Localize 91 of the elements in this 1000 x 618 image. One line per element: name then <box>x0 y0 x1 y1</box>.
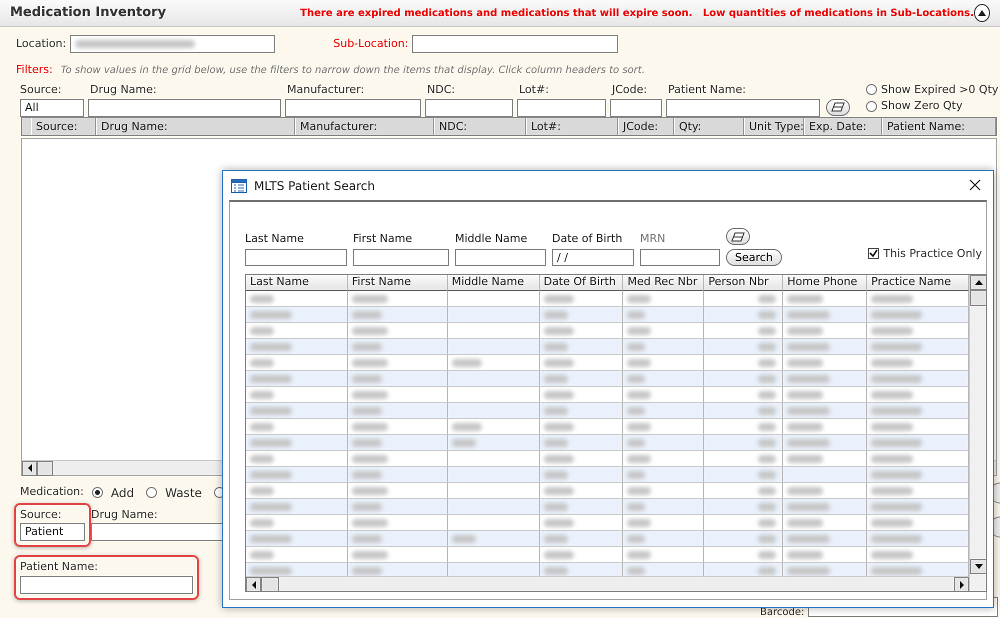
column-header[interactable]: Person Nbr <box>704 275 784 291</box>
location-field[interactable] <box>70 35 276 53</box>
column-header[interactable]: Patient Name: <box>882 118 996 134</box>
column-header[interactable]: JCode: <box>618 118 674 134</box>
column-header[interactable]: NDC: <box>434 118 526 134</box>
field-label: Barcode: <box>760 607 804 618</box>
filter-field[interactable] <box>666 98 820 116</box>
field-label: Sub-Location: <box>333 36 408 52</box>
field-label: First Name <box>353 230 414 246</box>
column-header[interactable]: Drug Name: <box>96 118 295 134</box>
radio-button[interactable] <box>146 487 158 498</box>
field-label: Date of Birth <box>552 230 624 246</box>
scrollbar-thumb[interactable] <box>261 577 279 591</box>
arrow-icon <box>250 580 256 588</box>
column-header[interactable]: Lot#: <box>526 118 618 134</box>
search-field[interactable] <box>245 249 347 266</box>
scroll-right-button[interactable] <box>954 577 969 591</box>
column-header[interactable]: Unit Type: <box>744 118 804 134</box>
clear-button[interactable] <box>826 98 850 116</box>
check-icon <box>869 249 878 258</box>
patient-name-field[interactable] <box>20 576 193 594</box>
scroll-up-button[interactable] <box>970 275 986 290</box>
radio-button[interactable] <box>866 84 877 96</box>
column-header[interactable]: Home Phone <box>783 275 868 291</box>
column-header[interactable]: Qty: <box>674 118 744 134</box>
eraser-icon <box>731 232 745 242</box>
option-label: Waste <box>165 484 202 502</box>
option-label: Add <box>110 484 134 502</box>
scroll-down-button[interactable] <box>970 559 986 574</box>
search-field[interactable]: / / <box>552 249 634 266</box>
arrow-icon <box>974 280 982 285</box>
checkbox[interactable] <box>868 248 880 260</box>
column-header[interactable]: First Name <box>348 275 448 291</box>
field-label: Patient Name: <box>20 559 99 575</box>
column-header[interactable]: Source: <box>31 118 96 134</box>
column-header[interactable]: Practice Name <box>867 275 970 291</box>
field-label: NDC: <box>427 82 456 98</box>
search-field[interactable] <box>640 249 720 266</box>
collapse-button[interactable] <box>974 4 990 22</box>
option-label: Show Zero Qty <box>881 98 962 114</box>
option-label: Show Expired >0 Qty <box>881 82 998 98</box>
filter-field[interactable] <box>88 98 281 116</box>
field-label: Patient Name: <box>668 82 747 98</box>
radio-button[interactable] <box>92 487 103 498</box>
column-header[interactable]: Med Rec Nbr <box>623 275 704 291</box>
column-header[interactable]: Last Name <box>246 275 348 291</box>
field-label: MRN <box>640 230 666 246</box>
search-field[interactable] <box>455 249 546 266</box>
field-label: Manufacturer: <box>287 82 366 98</box>
filter-field[interactable] <box>517 98 606 116</box>
arrow-icon <box>974 564 982 569</box>
dialog-title: MLTS Patient Search <box>254 178 375 194</box>
field-label: Drug Name: <box>91 506 159 522</box>
sub-location-field[interactable] <box>412 35 618 53</box>
field-label: Source: <box>20 82 62 98</box>
field-label: JCode: <box>612 82 648 98</box>
field-label: Middle Name <box>455 230 528 246</box>
filter-hint: To show values in the grid below, use the filters to narrow down the items that display. Click column headers to sort. <box>60 64 645 78</box>
search-button[interactable]: Search <box>726 249 782 266</box>
arrow-icon <box>958 580 964 588</box>
checkbox-label: This Practice Only <box>883 246 982 262</box>
source-field[interactable]: Patient <box>20 523 85 541</box>
window-icon <box>231 178 247 192</box>
alert-message: There are expired medications and medications that will expire soon. Low quantities of medications in Sub-Locations. <box>300 6 974 20</box>
search-field[interactable] <box>353 249 449 266</box>
eraser-icon <box>831 102 845 112</box>
column-header[interactable]: Exp. Date: <box>804 118 882 134</box>
caret-icon <box>976 9 987 17</box>
filter-field[interactable] <box>425 98 513 116</box>
field-label: Location: <box>16 36 66 52</box>
scrollbar-thumb[interactable] <box>37 460 53 476</box>
field-label: Drug Name: <box>90 82 158 98</box>
filter-field[interactable] <box>285 98 421 116</box>
filters-label: Filters: <box>16 62 53 78</box>
column-header[interactable]: Middle Name <box>448 275 540 291</box>
column-header[interactable]: Date Of Birth <box>540 275 624 291</box>
scrollbar-thumb[interactable] <box>970 290 986 306</box>
page-title: Medication Inventory <box>10 4 168 22</box>
field-label: Last Name <box>245 230 305 246</box>
clear-button[interactable] <box>726 228 750 245</box>
field-label: Source: <box>20 506 62 522</box>
close-icon <box>969 179 981 192</box>
filter-field[interactable]: All <box>20 98 84 116</box>
arrow-icon <box>26 464 32 472</box>
scroll-left-button[interactable] <box>246 577 261 591</box>
scroll-left-button[interactable] <box>22 460 37 476</box>
radio-button[interactable] <box>866 100 877 112</box>
column-header[interactable]: Manufacturer: <box>295 118 434 134</box>
field-label: Lot#: <box>519 82 550 98</box>
field-label: Medication: <box>20 484 84 500</box>
filter-field[interactable] <box>610 98 662 116</box>
